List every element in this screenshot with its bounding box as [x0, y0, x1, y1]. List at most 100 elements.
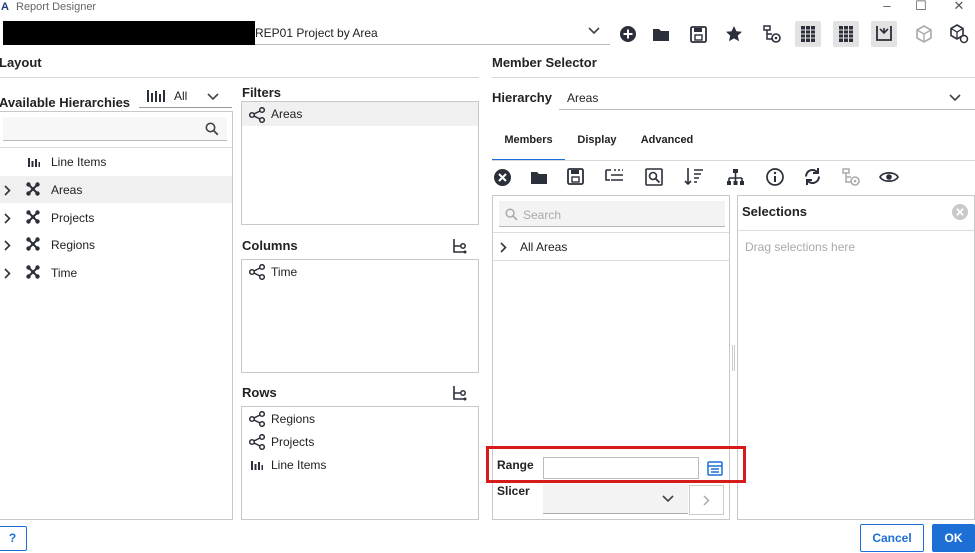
slicer-next-button[interactable] — [689, 485, 724, 515]
layout-title: Layout — [0, 55, 42, 70]
dimension-icon — [26, 265, 40, 279]
tab-advanced[interactable]: Advanced — [629, 131, 705, 161]
save-icon[interactable] — [567, 168, 584, 185]
help-button[interactable]: ? — [0, 526, 27, 551]
clear-selections-icon[interactable] — [951, 203, 969, 221]
hierarchy-filter-select[interactable]: All — [139, 86, 232, 108]
columns-panel[interactable]: Time — [241, 259, 479, 373]
star-icon[interactable] — [721, 21, 747, 47]
rows-panel[interactable]: Regions Projects Line Items — [241, 406, 479, 520]
ok-button[interactable]: OK — [932, 524, 975, 552]
cube-settings-icon[interactable] — [946, 21, 972, 47]
column-grid-icon[interactable] — [795, 21, 821, 47]
clear-icon[interactable] — [493, 168, 512, 187]
member-search-field[interactable]: Search — [499, 201, 725, 227]
hierarchy-tree-icon[interactable] — [451, 385, 467, 401]
chevron-right-icon[interactable] — [4, 213, 11, 224]
member-selector-title: Member Selector — [492, 55, 597, 70]
tab-display[interactable]: Display — [565, 131, 629, 161]
hierarchy-icon[interactable] — [726, 168, 745, 186]
hierarchy-label: Regions — [51, 238, 96, 252]
chevron-down-icon — [662, 495, 674, 503]
row-item[interactable]: Projects — [242, 430, 478, 454]
folder-icon[interactable] — [648, 21, 674, 47]
hierarchy-settings-icon[interactable] — [759, 21, 785, 47]
column-item[interactable]: Time — [242, 260, 478, 284]
dimension-icon — [26, 210, 40, 224]
tabs-divider — [492, 160, 975, 161]
chevron-right-icon[interactable] — [4, 185, 11, 196]
sort-icon[interactable] — [684, 167, 704, 186]
hierarchy-label: Time — [51, 266, 78, 280]
list-item[interactable]: Areas — [0, 176, 232, 203]
selections-panel: Selections Drag selections here — [737, 195, 975, 520]
share-icon — [249, 411, 265, 427]
window-title: Report Designer — [16, 1, 97, 13]
hierarchy-search-input[interactable] — [3, 117, 227, 141]
row-item-label: Line Items — [271, 458, 327, 472]
filter-item[interactable]: Areas — [242, 102, 478, 126]
layout-divider — [0, 77, 479, 78]
row-grid-icon[interactable] — [833, 21, 859, 47]
member-selector-divider — [492, 77, 975, 78]
filters-label: Filters — [242, 85, 282, 100]
merge-down-icon[interactable] — [871, 21, 897, 47]
hierarchy-settings-icon[interactable] — [841, 167, 861, 187]
column-item-label: Time — [271, 265, 298, 279]
maximize-button[interactable]: ☐ — [906, 0, 936, 14]
hierarchy-select[interactable]: Areas — [559, 86, 975, 110]
list-item[interactable]: Regions — [0, 231, 232, 258]
chevron-right-icon — [703, 495, 710, 506]
slicer-label: Slicer — [497, 484, 530, 498]
minimize-button[interactable]: – — [872, 0, 902, 14]
selections-placeholder: Drag selections here — [745, 240, 856, 254]
row-item[interactable]: Regions — [242, 407, 478, 431]
list-item[interactable]: Projects — [0, 204, 232, 231]
tree-list-icon[interactable] — [605, 168, 625, 185]
tab-members[interactable]: Members — [492, 131, 565, 161]
range-highlight — [486, 446, 746, 483]
refresh-icon[interactable] — [803, 167, 822, 186]
available-hierarchies-label: Available Hierarchies — [0, 95, 131, 110]
tree-item[interactable]: All Areas — [493, 233, 729, 260]
row-item-label: Projects — [271, 435, 315, 449]
chevron-down-icon — [949, 94, 961, 102]
filter-item-label: Areas — [271, 107, 303, 121]
filters-panel[interactable]: Areas — [241, 101, 479, 225]
columns-label: Columns — [242, 238, 298, 253]
list-item[interactable]: Time — [0, 259, 232, 286]
hierarchy-value: Areas — [567, 91, 599, 105]
row-item-label: Regions — [271, 412, 316, 426]
cube-icon[interactable] — [911, 21, 937, 47]
share-icon — [249, 434, 265, 450]
bar-chart-icon — [28, 156, 40, 168]
title-bar: A Report Designer – ☐ ✕ — [0, 0, 975, 16]
dimension-icon — [26, 237, 40, 251]
redacted-region — [3, 21, 255, 45]
hierarchy-label: Projects — [51, 211, 95, 225]
slicer-select[interactable] — [543, 484, 688, 514]
report-name: REP01 Project by Area — [255, 26, 378, 40]
share-icon — [249, 107, 265, 123]
chevron-right-icon[interactable] — [4, 240, 11, 251]
report-selector[interactable]: REP01 Project by Area — [255, 21, 610, 45]
close-window-button[interactable]: ✕ — [944, 0, 974, 14]
hierarchy-filter-value: All — [174, 89, 188, 103]
search-icon[interactable] — [205, 122, 219, 136]
hierarchy-tree-icon[interactable] — [451, 238, 467, 254]
chevron-right-icon[interactable] — [4, 268, 11, 279]
dimension-icon — [26, 182, 40, 196]
add-icon[interactable] — [615, 21, 641, 47]
selections-label: Selections — [742, 204, 808, 219]
search-member-icon[interactable] — [645, 168, 663, 186]
chevron-down-icon — [588, 27, 600, 35]
chevron-right-icon[interactable] — [500, 242, 507, 253]
row-item[interactable]: Line Items — [242, 453, 478, 477]
list-item[interactable]: Line Items — [0, 148, 232, 175]
eye-icon[interactable] — [879, 170, 899, 184]
save-icon[interactable] — [685, 21, 711, 47]
panel-splitter[interactable] — [732, 345, 735, 371]
folder-icon[interactable] — [530, 169, 548, 185]
info-icon[interactable] — [766, 168, 784, 186]
cancel-button[interactable]: Cancel — [860, 524, 924, 552]
